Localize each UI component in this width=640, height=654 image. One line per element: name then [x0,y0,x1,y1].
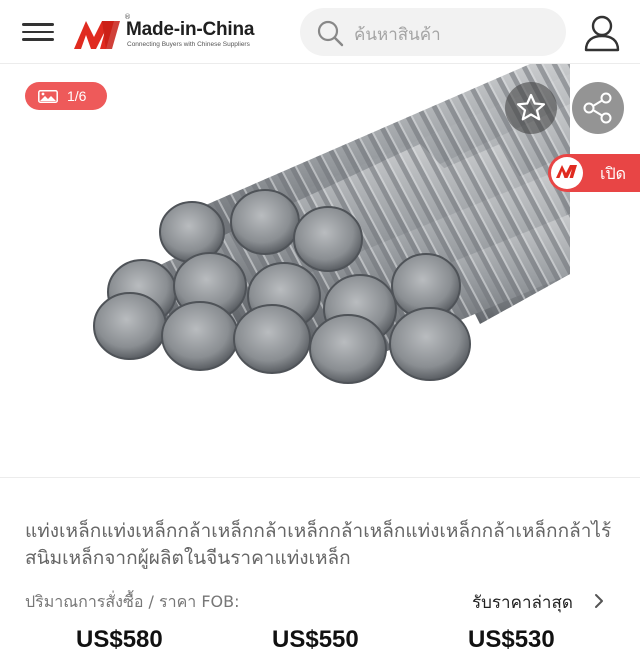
user-icon[interactable] [582,14,622,52]
image-counter-badge: 1/6 [25,82,107,110]
get-latest-price-link[interactable]: รับราคาล่าสุด [472,589,573,616]
open-app-button[interactable]: เปิด [548,154,640,192]
open-app-label: เปิด [600,164,627,183]
product-gallery[interactable]: 1/6 เปิด [0,64,640,478]
made-in-china-logo[interactable]: ® Made-in-China Connecting Buyers with C… [72,13,282,53]
search-input[interactable]: ค้นหาสินค้า [300,8,566,56]
star-icon [516,93,546,121]
price-tier-3: US$530 [468,626,555,653]
search-icon [317,20,344,47]
image-icon [38,90,58,103]
favorite-button[interactable] [505,82,557,134]
image-counter-text: 1/6 [67,88,87,104]
share-icon [583,92,612,124]
product-image[interactable] [60,64,570,394]
share-button[interactable] [572,82,624,134]
search-placeholder: ค้นหาสินค้า [354,25,441,45]
chevron-right-icon[interactable] [592,593,606,609]
logo-mark-icon [74,21,120,49]
product-title: แท่งเหล็กแท่งเหล็กกล้าเหล็กกล้าเหล็กกล้า… [25,520,612,569]
price-tier-1: US$580 [76,626,163,653]
logo-wordmark: Made-in-China [126,19,255,40]
order-quantity-price-label: ปริมาณการสั่งซื้อ / ราคา FOB: [25,592,240,611]
app-logo-icon [551,157,583,189]
top-header: ® Made-in-China Connecting Buyers with C… [0,0,640,64]
menu-icon[interactable] [20,18,56,48]
price-tier-2: US$550 [272,626,359,653]
logo-tagline: Connecting Buyers with Chinese Suppliers [127,41,250,48]
